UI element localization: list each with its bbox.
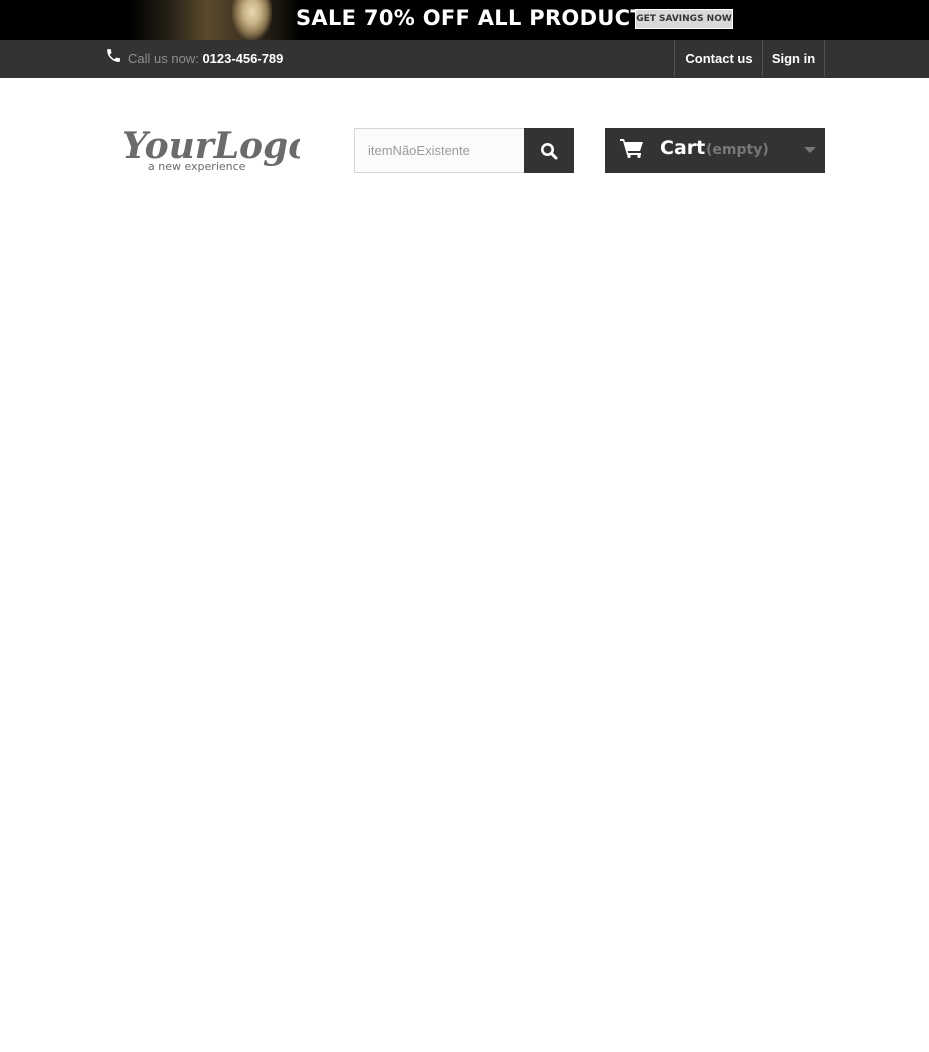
shopping-cart-icon (620, 139, 643, 158)
cart-label: Cart (660, 137, 706, 159)
get-savings-button[interactable]: GET SAVINGS NOW (635, 9, 733, 29)
site-logo[interactable]: YourLogo a new experience (120, 120, 300, 178)
caret-down-icon (804, 147, 816, 153)
contact-us-link[interactable]: Contact us (674, 40, 763, 77)
banner-photo (130, 0, 300, 40)
cart-status: (empty) (706, 142, 769, 158)
phone-number: 0123-456-789 (202, 51, 284, 66)
search-button[interactable] (524, 128, 574, 173)
call-us-text: Call us now: 0123-456-789 (128, 51, 283, 66)
search-input[interactable] (354, 128, 525, 173)
banner-headline: SALE 70% OFF ALL PRODUCTS (296, 6, 661, 30)
call-us-label: Call us now: (128, 51, 199, 66)
phone-icon (107, 49, 120, 62)
logo-tagline: a new experience (148, 160, 246, 173)
sign-in-link[interactable]: Sign in (762, 40, 825, 77)
promo-banner[interactable]: SALE 70% OFF ALL PRODUCTS GET SAVINGS NO… (0, 0, 929, 40)
cart-button[interactable]: Cart (empty) (605, 128, 825, 173)
search-icon (541, 142, 558, 159)
banner-model-image (232, 0, 272, 40)
